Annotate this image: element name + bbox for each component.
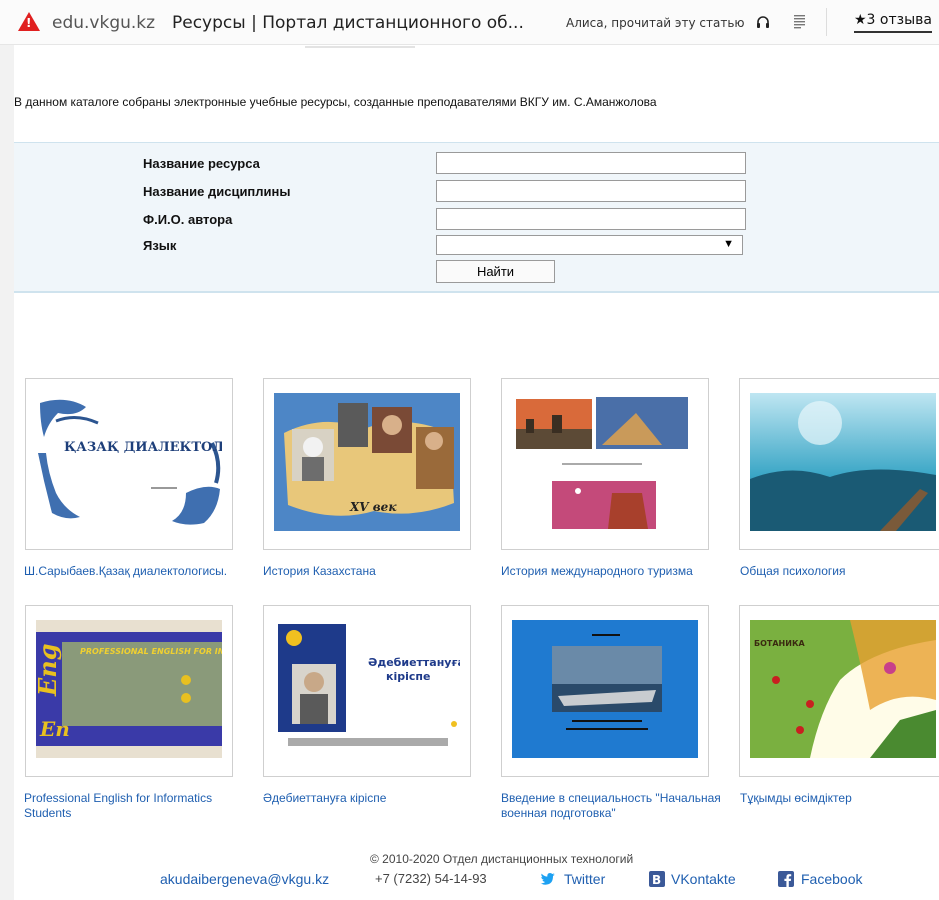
discipline-name-label: Название дисциплины <box>143 184 291 199</box>
military-training-cover-image <box>512 620 698 758</box>
site-domain[interactable]: edu.vkgu.kz <box>52 13 155 33</box>
resource-title-link[interactable]: История международного туризма <box>501 564 731 579</box>
resource-card-literary-studies[interactable]: Әдебиеттануға кіріспе <box>263 605 471 777</box>
contact-phone: +7 (7232) 54-14-93 <box>375 871 487 886</box>
facebook-icon[interactable] <box>778 871 794 887</box>
cover-subtitle-text: кіріспе <box>386 670 430 683</box>
resource-thumbnail[interactable]: БОТАНИКА <box>750 620 936 758</box>
resource-thumbnail[interactable]: ҚАЗАҚ ДИАЛЕКТОЛОГИЯСЫ <box>36 393 222 531</box>
literary-studies-cover-image: Әдебиеттануға кіріспе <box>274 620 460 758</box>
resource-name-input[interactable] <box>436 152 746 174</box>
svg-text:Eng: Eng <box>36 643 62 697</box>
professional-english-cover-image: Eng En PROFESSIONAL ENGLISH FOR INFORMAT… <box>36 620 222 758</box>
tourism-history-cover-image <box>512 393 698 531</box>
find-button[interactable]: Найти <box>436 260 555 283</box>
resource-thumbnail[interactable] <box>750 393 936 531</box>
page-title: Ресурсы | Портал дистанционного об... <box>172 13 524 33</box>
resource-card-general-psychology[interactable] <box>739 378 939 550</box>
author-name-input[interactable] <box>436 208 746 230</box>
tab-indicator <box>305 46 415 48</box>
resource-card-seed-plants[interactable]: БОТАНИКА <box>739 605 939 777</box>
resource-title-link[interactable]: Введение в специальность "Начальная воен… <box>501 791 731 821</box>
cover-title-text: ҚАЗАҚ ДИАЛЕКТОЛОГИЯСЫ <box>64 440 222 455</box>
resource-title-link[interactable]: Professional English for Informatics Stu… <box>24 791 254 821</box>
resource-thumbnail[interactable] <box>512 393 698 531</box>
author-name-label: Ф.И.О. автора <box>143 212 233 227</box>
resource-card-professional-english[interactable]: Eng En PROFESSIONAL ENGLISH FOR INFORMAT… <box>25 605 233 777</box>
resource-card-military-training[interactable] <box>501 605 709 777</box>
language-label: Язык <box>143 238 177 253</box>
resource-card-history-kazakhstan[interactable]: XV век <box>263 378 471 550</box>
discipline-name-input[interactable] <box>436 180 746 202</box>
resource-thumbnail[interactable]: Әдебиеттануға кіріспе <box>274 620 460 758</box>
resource-title-link[interactable]: История Казахстана <box>263 564 493 579</box>
svg-text:B: B <box>652 873 661 887</box>
browser-address-bar: ! edu.vkgu.kz Ресурсы | Портал дистанцио… <box>0 0 939 45</box>
history-kazakhstan-cover-image: XV век <box>274 393 460 531</box>
copyright-text: © 2010-2020 Отдел дистанционных технолог… <box>370 852 634 866</box>
resource-title-link[interactable]: Ш.Сарыбаев.Қазақ диалектологисы. <box>24 564 254 579</box>
toolbar-divider <box>826 8 827 36</box>
cover-title-text: Әдебиеттануға <box>368 656 460 669</box>
cover-title-text: PROFESSIONAL ENGLISH FOR INFORMATICS STU… <box>80 647 222 656</box>
search-form: Название ресурса Название дисциплины Ф.И… <box>14 142 939 293</box>
cover-century-text: XV век <box>349 500 397 514</box>
contact-email-link[interactable]: akudaibergeneva@vkgu.kz <box>160 871 329 887</box>
twitter-link[interactable]: Twitter <box>564 871 605 887</box>
resource-title-link[interactable]: Әдебиеттануға кіріспе <box>263 791 493 806</box>
headphones-icon[interactable] <box>756 15 770 29</box>
window-left-edge <box>0 0 14 900</box>
cover-title-text: БОТАНИКА <box>754 639 805 648</box>
twitter-icon[interactable] <box>540 871 556 887</box>
resource-card-tourism-history[interactable] <box>501 378 709 550</box>
resource-name-label: Название ресурса <box>143 156 260 171</box>
language-select[interactable]: ▼ <box>436 235 743 255</box>
resource-card-kazakh-dialectology[interactable]: ҚАЗАҚ ДИАЛЕКТОЛОГИЯСЫ <box>25 378 233 550</box>
vkontakte-icon[interactable]: B <box>649 871 665 887</box>
svg-text:En: En <box>39 717 70 741</box>
chevron-down-icon: ▼ <box>723 238 734 250</box>
alice-read-button[interactable]: Алиса, прочитай эту статью <box>566 16 745 30</box>
resource-title-link[interactable]: Общая психология <box>740 564 939 579</box>
kazakh-dialectology-cover-image: ҚАЗАҚ ДИАЛЕКТОЛОГИЯСЫ <box>36 393 222 531</box>
catalog-intro-text: В данном каталоге собраны электронные уч… <box>14 95 657 109</box>
yandex-logo-icon[interactable]: ! <box>18 12 40 31</box>
vkontakte-link[interactable]: VKontakte <box>671 871 736 887</box>
resource-title-link[interactable]: Тұқымды өсімдіктер <box>740 791 939 806</box>
reviews-button[interactable]: ★3 отзыва <box>854 12 932 33</box>
reader-mode-icon[interactable] <box>793 14 806 29</box>
resource-thumbnail[interactable] <box>512 620 698 758</box>
general-psychology-cover-image <box>750 393 936 531</box>
resource-thumbnail[interactable]: Eng En PROFESSIONAL ENGLISH FOR INFORMAT… <box>36 620 222 758</box>
facebook-link[interactable]: Facebook <box>801 871 862 887</box>
seed-plants-cover-image: БОТАНИКА <box>750 620 936 758</box>
resource-thumbnail[interactable]: XV век <box>274 393 460 531</box>
